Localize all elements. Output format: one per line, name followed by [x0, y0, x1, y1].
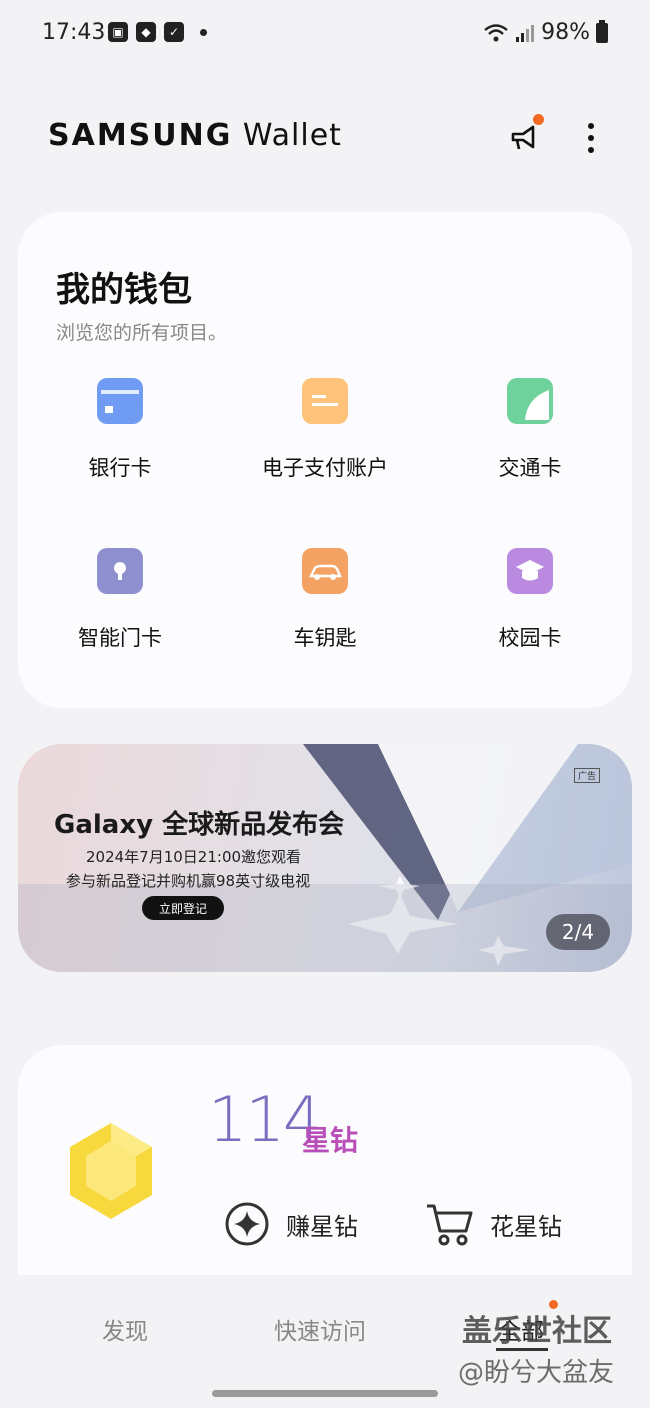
brand-suffix: Wallet: [232, 118, 342, 153]
bank-card-icon: [97, 378, 143, 424]
ad-tag: 广告: [574, 768, 601, 783]
wifi-icon: [484, 23, 508, 41]
wallet-subtitle: 浏览您的所有项目。: [56, 322, 228, 344]
smart-key-icon: [97, 548, 143, 594]
campus-card-icon: [507, 548, 553, 594]
app-notification-icon: ✓: [164, 22, 184, 42]
points-unit: 星钻: [302, 1124, 359, 1157]
wallet-item-label: 校园卡: [498, 626, 562, 650]
sparkle-circle-icon: [225, 1202, 269, 1246]
battery-percentage: 98%: [541, 20, 590, 45]
home-gesture-bar[interactable]: [212, 1390, 438, 1397]
bottom-nav: 发现 快速访问 全部 盖乐世社区 @盼兮大盆友: [0, 1280, 650, 1408]
earn-points-button[interactable]: 赚星钻: [224, 1201, 358, 1247]
banner-title: Galaxy 全球新品发布会: [54, 810, 345, 840]
wallet-item-label: 智能门卡: [78, 626, 162, 650]
wallet-item-label: 交通卡: [498, 456, 562, 480]
battery-icon: [596, 19, 608, 43]
register-button[interactable]: 立即登记: [142, 896, 224, 920]
wallet-item-label: 电子支付账户: [262, 456, 388, 480]
spend-points-button[interactable]: 花星钻: [424, 1201, 562, 1247]
gallery-notification-icon: ▣: [108, 22, 128, 42]
tab-discover[interactable]: 发现: [102, 1312, 148, 1346]
wallet-item-campus-card[interactable]: 校园卡: [430, 548, 630, 652]
wallet-item-car-key[interactable]: 车钥匙: [225, 548, 425, 652]
more-notifications-dot: [200, 28, 207, 36]
status-bar: 17:43 ▣ ◆ ✓ 98%: [0, 0, 650, 70]
car-key-icon: [302, 548, 348, 594]
tab-quick-access[interactable]: 快速访问: [274, 1312, 366, 1346]
e-payment-icon: [302, 378, 348, 424]
brand-name: SAMSUNG: [48, 118, 233, 153]
wallet-item-smart-door-card[interactable]: 智能门卡: [20, 548, 220, 652]
watermark-community: 盖乐世社区: [462, 1314, 612, 1349]
more-options-button[interactable]: [571, 118, 611, 158]
banner-date-line: 2024年7月10日21:00邀您观看: [86, 848, 302, 866]
banner-promo-line: 参与新品登记并购机赢98英寸级电视: [66, 872, 311, 890]
app-title: SAMSUNG Wallet: [48, 118, 342, 153]
banner-page-indicator: 2/4: [546, 914, 610, 950]
points-card: 114 星钻 赚星钻 花星钻: [18, 1045, 632, 1275]
more-vertical-icon: [588, 123, 594, 153]
signal-icon: [516, 24, 535, 42]
announcement-badge: [533, 114, 544, 125]
spend-points-label: 花星钻: [490, 1212, 562, 1241]
wallet-item-bank-card[interactable]: 银行卡: [20, 378, 220, 482]
my-wallet-card: 我的钱包 浏览您的所有项目。 银行卡 电子支付账户 交通卡 智能门卡 车钥匙 校…: [18, 212, 632, 708]
wallet-item-label: 车钥匙: [293, 626, 357, 650]
wallet-item-e-payment[interactable]: 电子支付账户: [225, 378, 425, 482]
megaphone-icon: [511, 125, 535, 150]
wallet-title: 我的钱包: [56, 270, 192, 310]
wallet-item-label: 银行卡: [88, 456, 152, 480]
shopping-cart-icon: [427, 1204, 473, 1246]
notification-icons: ▣ ◆ ✓: [108, 22, 207, 42]
shop-notification-icon: ◆: [136, 22, 156, 42]
transit-card-icon: [507, 378, 553, 424]
system-status: 98%: [483, 19, 608, 45]
watermark-author: @盼兮大盆友: [458, 1358, 615, 1388]
promo-banner[interactable]: 广告 Galaxy 全球新品发布会 2024年7月10日21:00邀您观看 参与…: [18, 744, 632, 972]
status-time: 17:43: [42, 20, 106, 45]
star-diamond-gem-icon: [70, 1123, 152, 1219]
earn-points-label: 赚星钻: [286, 1212, 358, 1241]
announcements-button[interactable]: [504, 114, 544, 158]
wallet-item-transit-card[interactable]: 交通卡: [430, 378, 630, 482]
